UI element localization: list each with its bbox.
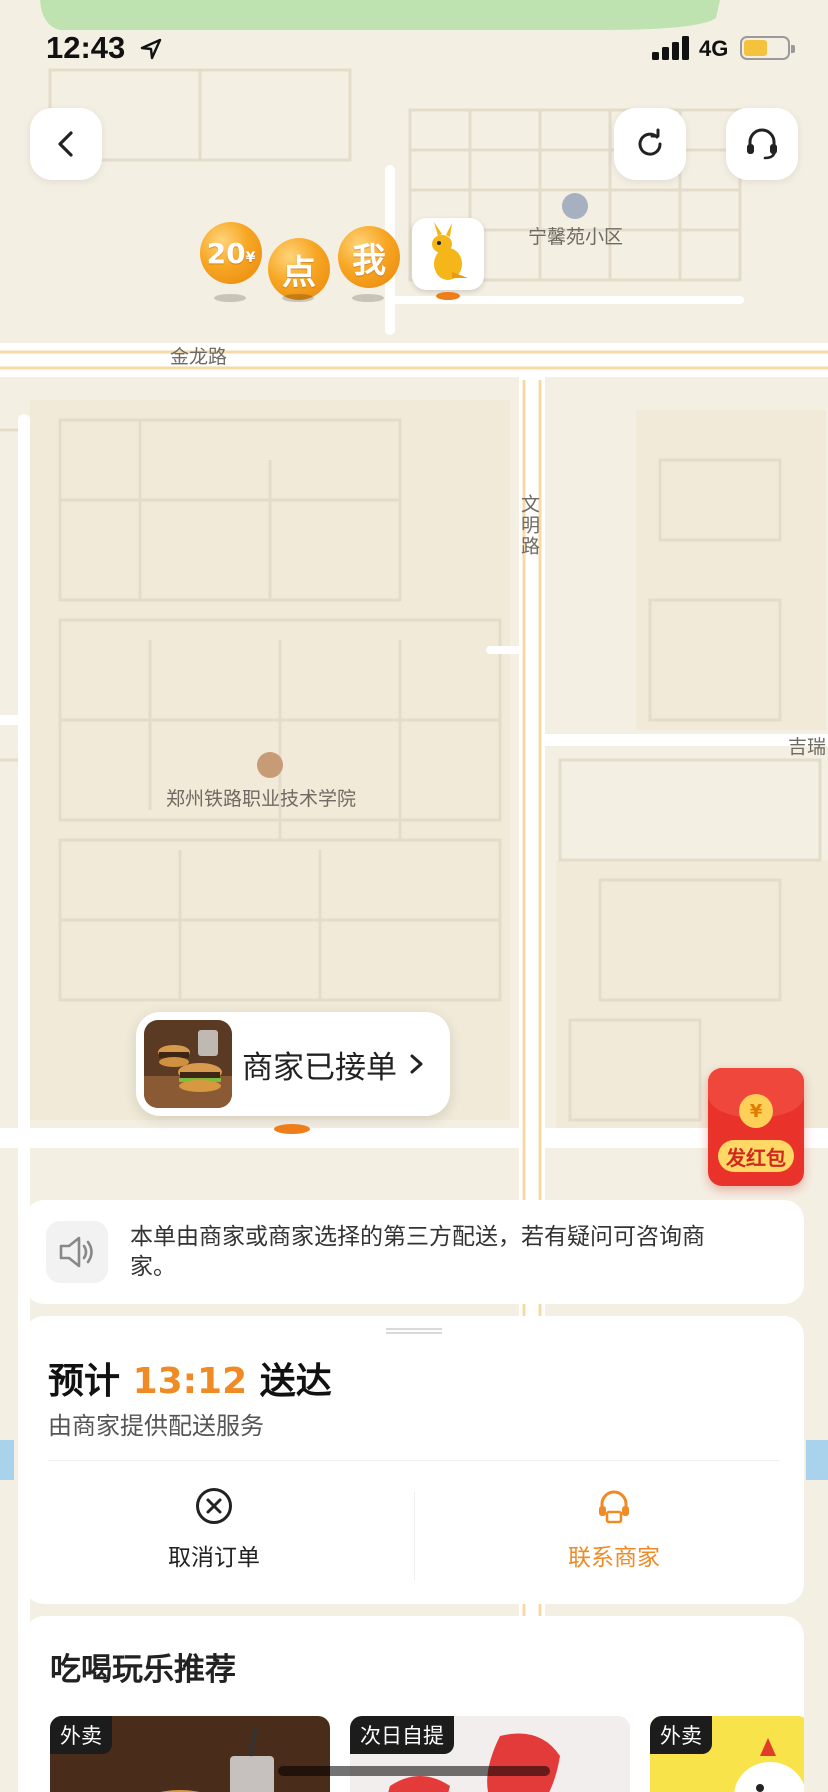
drag-handle[interactable] — [386, 1328, 442, 1334]
map-label-ningxin: 宁馨苑小区 — [528, 226, 624, 248]
red-packet-button[interactable]: ¥ 发红包 — [708, 1068, 804, 1186]
recommend-tag: 外卖 — [650, 1716, 712, 1754]
red-packet-label: 发红包 — [718, 1140, 794, 1172]
notice-text: 本单由商家或商家选择的第三方配送，若有疑问可咨询商家。 — [130, 1224, 705, 1280]
chevron-left-icon — [58, 131, 73, 157]
signal-icon — [652, 36, 689, 60]
coin-shadow — [352, 294, 384, 302]
speaker-icon — [46, 1221, 108, 1283]
cancel-order-button[interactable]: 取消订单 — [24, 1486, 404, 1586]
coin-badge-wo[interactable]: 我 — [338, 226, 400, 288]
network-type: 4G — [699, 36, 729, 61]
customer-service-button[interactable] — [726, 108, 798, 180]
refresh-button[interactable] — [614, 108, 686, 180]
coin-badge-dian[interactable]: 点 — [268, 238, 330, 300]
chevron-right-icon — [410, 1054, 423, 1074]
merchant-pin — [274, 1124, 310, 1134]
merchant-service-icon — [599, 1490, 629, 1524]
coin-amount: 20 — [206, 236, 246, 270]
location-arrow-icon — [140, 38, 162, 60]
map-label-college: 郑州铁路职业技术学院 — [166, 788, 357, 810]
recommend-item[interactable]: 外卖 — [650, 1716, 804, 1792]
eta-title: 预计 13:12 送达 — [48, 1352, 332, 1404]
recommend-tag: 次日自提 — [350, 1716, 454, 1754]
recommend-title: 吃喝玩乐推荐 — [50, 1652, 236, 1688]
map-label-wenming-road: 文明路 — [518, 494, 540, 557]
contact-merchant-label: 联系商家 — [568, 1545, 660, 1571]
kangaroo-mascot-icon[interactable] — [412, 218, 484, 290]
status-bar: 12:43 4G — [0, 0, 828, 100]
delivery-provider-text: 由商家提供配送服务 — [48, 1412, 264, 1440]
coin-unit: ¥ — [245, 250, 256, 266]
merchant-food-thumbnail — [144, 1020, 232, 1108]
merchant-status-text: 商家已接单 — [242, 1049, 397, 1086]
recommend-tag: 外卖 — [50, 1716, 112, 1754]
delivery-card: 预计 13:12 送达 由商家提供配送服务 取消订单 联系商家 — [24, 1316, 804, 1604]
yuan-coin-icon: ¥ — [739, 1094, 773, 1128]
home-indicator — [278, 1766, 550, 1776]
eta-time: 13:12 — [132, 1361, 248, 1402]
coin-shadow — [214, 294, 246, 302]
eta-suffix: 送达 — [259, 1361, 332, 1402]
close-circle-icon — [196, 1488, 232, 1524]
headset-icon — [747, 128, 777, 160]
contact-merchant-button[interactable]: 联系商家 — [424, 1486, 804, 1586]
delivery-notice: 本单由商家或商家选择的第三方配送，若有疑问可咨询商家。 — [24, 1200, 804, 1304]
back-button[interactable] — [30, 108, 102, 180]
merchant-status-bubble[interactable]: 商家已接单 — [136, 1012, 450, 1116]
refresh-icon — [638, 128, 662, 156]
map-label-jirui: 吉瑞 — [788, 736, 827, 758]
map-label-jinlong-road: 金龙路 — [170, 346, 228, 368]
coin-badge-amount[interactable]: 20 ¥ — [200, 222, 262, 284]
eta-prefix: 预计 — [48, 1361, 121, 1402]
status-time: 12:43 — [46, 30, 126, 65]
battery-icon — [740, 36, 795, 60]
cancel-order-label: 取消订单 — [168, 1545, 260, 1571]
coin-shadow — [282, 294, 314, 302]
recommend-item[interactable]: 外卖 — [50, 1716, 330, 1792]
rider-pin — [436, 292, 460, 300]
recommend-item[interactable]: 次日自提 — [350, 1716, 630, 1792]
